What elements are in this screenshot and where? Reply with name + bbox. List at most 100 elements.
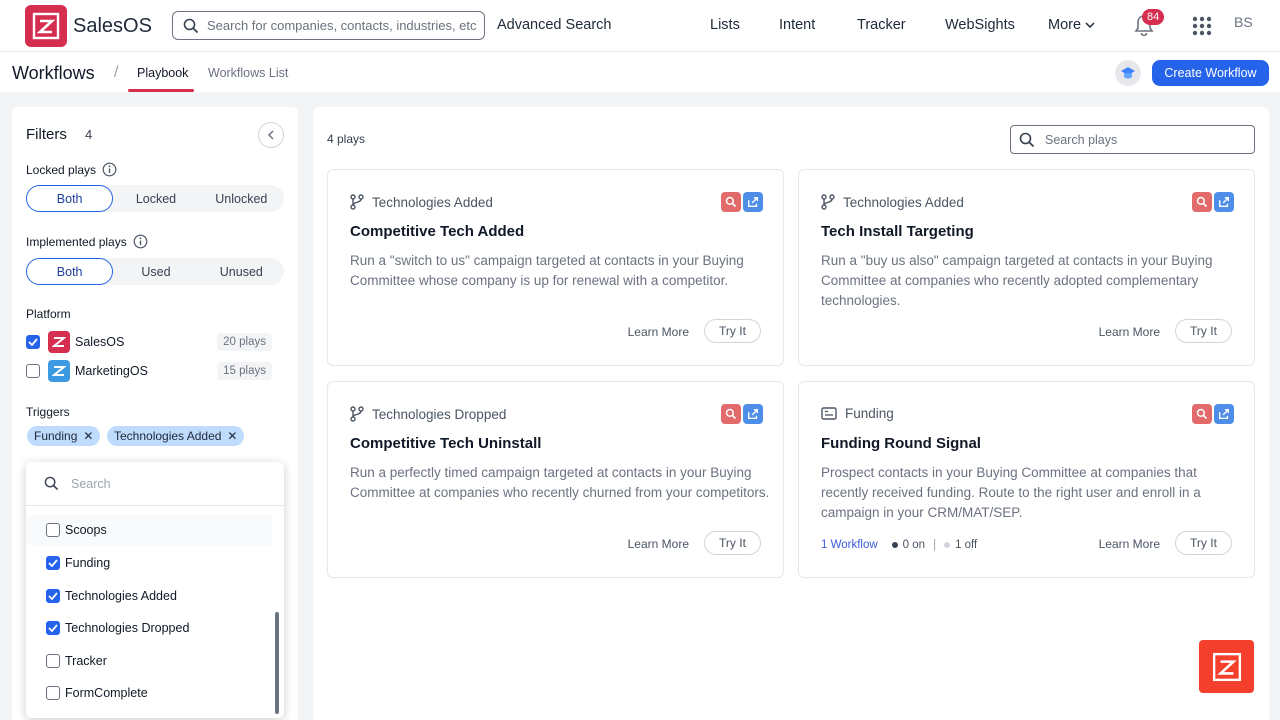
plays-panel: 4 plays Technologies Added Competitive T… (313, 107, 1269, 720)
trigger-search[interactable] (26, 462, 284, 506)
check-icon (28, 338, 38, 346)
play-card[interactable]: Technologies Added Tech Install Targetin… (798, 169, 1255, 366)
option-label: FormComplete (65, 686, 148, 700)
branch-icon (350, 194, 364, 210)
search-icon[interactable] (1192, 404, 1212, 424)
trigger-option-technologies-added[interactable]: Technologies Added (26, 581, 272, 611)
option-checkbox[interactable] (46, 589, 60, 603)
info-icon[interactable] (102, 162, 117, 177)
trigger-option-scoops[interactable]: Scoops (26, 515, 272, 545)
collapse-filters-button[interactable] (258, 122, 284, 148)
zoominfo-logo-icon (1212, 652, 1241, 681)
learn-more-link[interactable]: Learn More (628, 537, 689, 551)
locked-unlocked-option[interactable]: Unlocked (199, 185, 284, 212)
create-workflow-button[interactable]: Create Workflow (1152, 60, 1269, 86)
play-card[interactable]: Funding Funding Round Signal Prospect co… (798, 381, 1255, 578)
active-tab-indicator (128, 89, 194, 92)
card-trigger-label: Technologies Added (372, 194, 493, 210)
info-icon[interactable] (133, 234, 148, 249)
card-description: Run a "buy us also" campaign targeted at… (821, 253, 1213, 308)
learn-more-link[interactable]: Learn More (628, 325, 689, 339)
trigger-dropdown: Scoops Funding Technologies Added Techno… (26, 462, 284, 718)
platform-plays-count: 20 plays (217, 333, 272, 351)
zoominfo-logo-icon (25, 5, 67, 47)
learn-more-link[interactable]: Learn More (1099, 537, 1160, 551)
filters-title: Filters (26, 126, 67, 143)
nav-tracker[interactable]: Tracker (857, 17, 906, 33)
implemented-plays-label: Implemented plays (26, 234, 148, 249)
platform-name: MarketingOS (75, 364, 148, 378)
option-checkbox[interactable] (46, 523, 60, 537)
card-trigger-label: Technologies Added (843, 194, 964, 210)
platform-item-salesos[interactable]: SalesOS 20 plays (26, 330, 272, 354)
trigger-option-tracker[interactable]: Tracker (26, 646, 272, 676)
try-it-button[interactable]: Try It (1175, 531, 1232, 555)
remove-chip-icon[interactable]: ✕ (227, 429, 237, 443)
trigger-option-funding[interactable]: Funding (26, 548, 272, 578)
advanced-search-link[interactable]: Advanced Search (497, 17, 611, 33)
try-it-button[interactable]: Try It (704, 319, 761, 343)
brand-logo[interactable]: SalesOS (25, 5, 152, 47)
platform-item-marketingos[interactable]: MarketingOS 15 plays (26, 359, 272, 383)
option-checkbox[interactable] (46, 654, 60, 668)
trigger-search-input[interactable] (71, 476, 251, 491)
try-it-button[interactable]: Try It (1175, 319, 1232, 343)
learn-more-link[interactable]: Learn More (1099, 325, 1160, 339)
top-navigation: SalesOS Advanced Search Lists Intent Tra… (0, 0, 1280, 52)
implemented-plays-text: Implemented plays (26, 234, 127, 249)
share-icon[interactable] (743, 404, 763, 424)
global-search[interactable] (172, 11, 485, 40)
plays-search[interactable] (1010, 125, 1255, 154)
dropdown-scrollbar[interactable] (275, 612, 279, 714)
branch-icon (821, 194, 835, 210)
nav-more[interactable]: More (1048, 17, 1095, 33)
option-checkbox[interactable] (46, 556, 60, 570)
try-it-button[interactable]: Try It (704, 531, 761, 555)
graduation-cap-icon[interactable] (1115, 60, 1141, 86)
user-avatar[interactable]: BS (1234, 14, 1253, 30)
search-icon[interactable] (1192, 192, 1212, 212)
search-icon (183, 18, 199, 33)
card-trigger: Technologies Dropped (350, 406, 506, 422)
nav-websights[interactable]: WebSights (945, 17, 1015, 33)
search-icon[interactable] (721, 192, 741, 212)
share-icon[interactable] (743, 192, 763, 212)
workflow-count-link[interactable]: 1 Workflow (821, 539, 878, 551)
implemented-both-option[interactable]: Both (26, 258, 114, 285)
plays-search-input[interactable] (1045, 132, 1245, 147)
platform-plays-count: 15 plays (217, 362, 272, 380)
tab-playbook[interactable]: Playbook (137, 66, 188, 80)
trigger-option-technologies-dropped[interactable]: Technologies Dropped (26, 613, 272, 643)
locked-locked-option[interactable]: Locked (113, 185, 198, 212)
option-checkbox[interactable] (46, 621, 60, 635)
apps-grid-icon[interactable] (1192, 16, 1212, 36)
nav-lists[interactable]: Lists (710, 17, 740, 33)
nav-intent[interactable]: Intent (779, 17, 815, 33)
share-icon[interactable] (1214, 404, 1234, 424)
remove-chip-icon[interactable]: ✕ (83, 429, 93, 443)
share-icon[interactable] (1214, 192, 1234, 212)
card-title: Competitive Tech Uninstall (350, 435, 542, 452)
play-card[interactable]: Technologies Dropped Competitive Tech Un… (327, 381, 784, 578)
chevron-left-icon (267, 130, 274, 140)
tab-workflows-list[interactable]: Workflows List (208, 66, 288, 80)
trigger-option-formcomplete[interactable]: FormComplete (26, 678, 272, 708)
money-icon (821, 407, 837, 420)
global-search-input[interactable] (207, 18, 477, 33)
implemented-used-option[interactable]: Used (113, 258, 198, 285)
card-trigger-label: Technologies Dropped (372, 406, 507, 422)
card-title: Funding Round Signal (821, 435, 981, 452)
marketingos-checkbox[interactable] (26, 364, 40, 378)
salesos-checkbox[interactable] (26, 335, 40, 349)
zoominfo-assistant-button[interactable] (1199, 640, 1254, 693)
workflows-off: 1 off (955, 539, 978, 551)
chip-label: Technologies Added (114, 429, 222, 443)
card-trigger: Technologies Added (821, 194, 964, 210)
locked-both-option[interactable]: Both (26, 185, 114, 212)
filters-count: 4 (85, 127, 93, 142)
brand-name: SalesOS (73, 14, 152, 37)
play-card[interactable]: Technologies Added Competitive Tech Adde… (327, 169, 784, 366)
option-checkbox[interactable] (46, 686, 60, 700)
search-icon[interactable] (721, 404, 741, 424)
implemented-unused-option[interactable]: Unused (199, 258, 284, 285)
